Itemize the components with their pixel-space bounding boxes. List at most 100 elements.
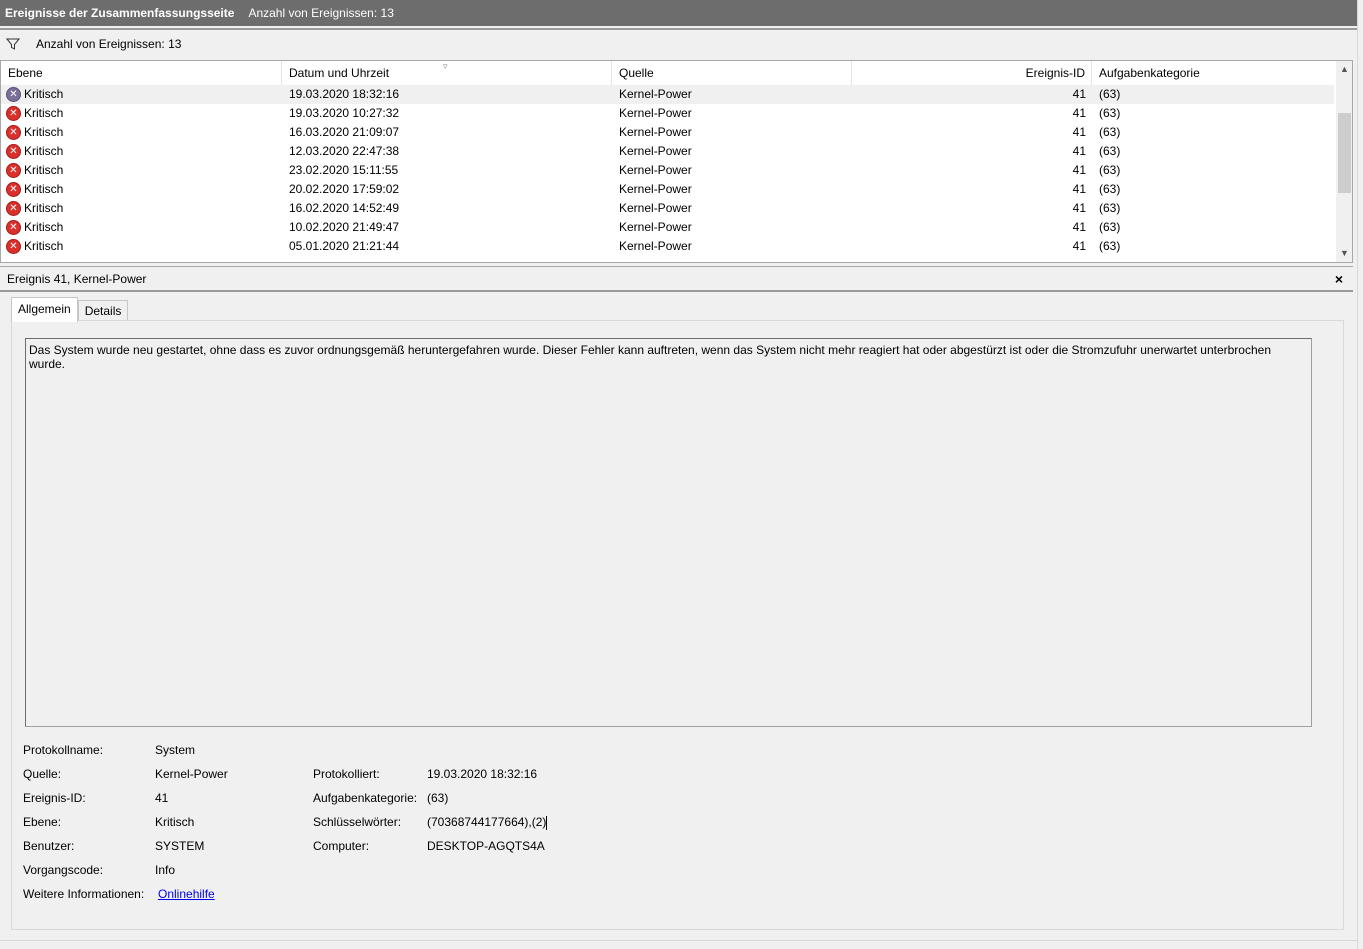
cell-datetime: 16.02.2020 14:52:49 xyxy=(282,199,612,218)
summary-title: Ereignisse der Zusammenfassungsseite xyxy=(5,6,235,20)
table-scrollbar[interactable]: ▲ ▼ xyxy=(1336,61,1352,262)
label-event-id: Ereignis-ID: xyxy=(23,791,86,805)
cell-category-text: (63) xyxy=(1099,182,1121,196)
detail-header: Ereignis 41, Kernel-Power × xyxy=(0,266,1353,292)
cell-level-text: Kritisch xyxy=(24,163,64,177)
online-help-link[interactable]: Onlinehilfe xyxy=(158,887,215,903)
cell-datetime: 19.03.2020 10:27:32 xyxy=(282,104,612,123)
cell-category: (63) xyxy=(1092,104,1334,123)
cell-category: (63) xyxy=(1092,237,1334,256)
label-level: Ebene: xyxy=(23,815,62,829)
cell-datetime-text: 12.03.2020 22:47:38 xyxy=(289,144,400,158)
cell-category-text: (63) xyxy=(1099,201,1121,215)
label-logged: Protokolliert: xyxy=(313,767,380,781)
sort-caret-icon: ▿ xyxy=(443,61,448,71)
table-row[interactable]: ✕ Kritisch 19.03.2020 18:32:16 Kernel-Power… xyxy=(1,85,1334,104)
cell-category: (63) xyxy=(1092,142,1334,161)
column-header-source[interactable]: Quelle xyxy=(612,61,852,85)
cell-event-id-text: 41 xyxy=(1072,182,1086,196)
cell-level: ✕ Kritisch xyxy=(1,142,282,161)
error-icon: ✕ xyxy=(6,87,21,102)
column-header-event-id[interactable]: Ereignis-ID xyxy=(852,61,1092,85)
cell-datetime: 23.02.2020 15:11:55 xyxy=(282,161,612,180)
cell-event-id: 41 xyxy=(852,85,1092,104)
cell-category-text: (63) xyxy=(1099,220,1121,234)
cell-level: ✕ Kritisch xyxy=(1,218,282,237)
event-description[interactable]: Das System wurde neu gestartet, ohne das… xyxy=(25,338,1312,727)
value-opcode: Info xyxy=(155,863,176,877)
table-row[interactable]: ✕ Kritisch 05.01.2020 21:21:44 Kernel-Power… xyxy=(1,237,1334,256)
events-table: Ebene Datum und Uhrzeit Quelle Ereignis-… xyxy=(0,60,1353,263)
cell-datetime: 05.01.2020 21:21:44 xyxy=(282,237,612,256)
value-keywords-wrap[interactable]: (70368744177664),(2) xyxy=(427,815,548,831)
cell-datetime-text: 19.03.2020 10:27:32 xyxy=(289,106,400,120)
text-cursor xyxy=(546,815,548,830)
scrollbar-thumb[interactable] xyxy=(1338,113,1351,193)
table-header: Ebene Datum und Uhrzeit Quelle Ereignis-… xyxy=(1,61,1334,85)
cell-level-text: Kritisch xyxy=(24,182,64,196)
label-computer: Computer: xyxy=(313,839,370,853)
summary-event-count: Anzahl von Ereignissen: 13 xyxy=(248,6,394,20)
cell-datetime: 16.03.2020 21:09:07 xyxy=(282,123,612,142)
bottom-divider xyxy=(0,940,1357,941)
cell-category: (63) xyxy=(1092,199,1334,218)
error-icon: ✕ xyxy=(6,163,21,178)
error-icon: ✕ xyxy=(6,201,21,216)
table-row[interactable]: ✕ Kritisch 23.02.2020 15:11:55 Kernel-Power… xyxy=(1,161,1334,180)
scroll-up-icon[interactable]: ▲ xyxy=(1336,61,1352,78)
cell-level-text: Kritisch xyxy=(24,144,64,158)
value-level: Kritisch xyxy=(155,815,195,829)
column-header-category[interactable]: Aufgabenkategorie xyxy=(1092,61,1334,85)
table-row[interactable]: ✕ Kritisch 16.03.2020 21:09:07 Kernel-Power… xyxy=(1,123,1334,142)
summary-title-bar: Ereignisse der Zusammenfassungsseite Anz… xyxy=(0,0,1357,26)
cell-level-text: Kritisch xyxy=(24,239,64,253)
cell-event-id: 41 xyxy=(852,218,1092,237)
cell-level: ✕ Kritisch xyxy=(1,104,282,123)
cell-event-id: 41 xyxy=(852,199,1092,218)
cell-datetime: 10.02.2020 21:49:47 xyxy=(282,218,612,237)
cell-source-text: Kernel-Power xyxy=(619,163,692,177)
error-icon: ✕ xyxy=(6,106,21,121)
cell-level: ✕ Kritisch xyxy=(1,85,282,104)
cell-category-text: (63) xyxy=(1099,106,1121,120)
value-user: SYSTEM xyxy=(155,839,205,853)
cell-source-text: Kernel-Power xyxy=(619,220,692,234)
cell-event-id: 41 xyxy=(852,161,1092,180)
error-icon: ✕ xyxy=(6,125,21,140)
table-row[interactable]: ✕ Kritisch 19.03.2020 10:27:32 Kernel-Power… xyxy=(1,104,1334,123)
filter-icon[interactable] xyxy=(5,37,21,51)
cell-event-id-text: 41 xyxy=(1072,163,1086,177)
table-row[interactable]: ✕ Kritisch 12.03.2020 22:47:38 Kernel-Power… xyxy=(1,142,1334,161)
table-row[interactable]: ✕ Kritisch 16.02.2020 14:52:49 Kernel-Power… xyxy=(1,199,1334,218)
value-logged: 19.03.2020 18:32:16 xyxy=(427,767,538,781)
tab-general[interactable]: Allgemein xyxy=(11,297,78,322)
cell-level: ✕ Kritisch xyxy=(1,237,282,256)
general-tab-panel: Das System wurde neu gestartet, ohne das… xyxy=(11,320,1344,930)
close-icon[interactable]: × xyxy=(1335,271,1343,287)
table-row[interactable]: ✕ Kritisch 10.02.2020 21:49:47 Kernel-Power… xyxy=(1,218,1334,237)
table-row[interactable]: ✕ Kritisch 20.02.2020 17:59:02 Kernel-Power… xyxy=(1,180,1334,199)
cell-source: Kernel-Power xyxy=(612,237,852,256)
cell-datetime: 19.03.2020 18:32:16 xyxy=(282,85,612,104)
label-source: Quelle: xyxy=(23,767,62,781)
label-task-category: Aufgabenkategorie: xyxy=(313,791,418,805)
column-header-level[interactable]: Ebene xyxy=(1,61,282,85)
cell-datetime: 20.02.2020 17:59:02 xyxy=(282,180,612,199)
cell-level: ✕ Kritisch xyxy=(1,180,282,199)
filter-bar: Anzahl von Ereignissen: 13 xyxy=(0,28,1357,58)
cell-event-id: 41 xyxy=(852,180,1092,199)
value-source: Kernel-Power xyxy=(155,767,228,781)
cell-datetime-text: 10.02.2020 21:49:47 xyxy=(289,220,400,234)
tab-details[interactable]: Details xyxy=(77,300,129,321)
cell-source-text: Kernel-Power xyxy=(619,144,692,158)
cell-level-text: Kritisch xyxy=(24,87,64,101)
cell-source: Kernel-Power xyxy=(612,142,852,161)
cell-category: (63) xyxy=(1092,180,1334,199)
value-task-category: (63) xyxy=(427,791,449,805)
cell-event-id-text: 41 xyxy=(1072,201,1086,215)
cell-source: Kernel-Power xyxy=(612,123,852,142)
cell-source-text: Kernel-Power xyxy=(619,87,692,101)
scroll-down-icon[interactable]: ▼ xyxy=(1336,245,1352,262)
cell-source: Kernel-Power xyxy=(612,85,852,104)
cell-datetime-text: 20.02.2020 17:59:02 xyxy=(289,182,400,196)
